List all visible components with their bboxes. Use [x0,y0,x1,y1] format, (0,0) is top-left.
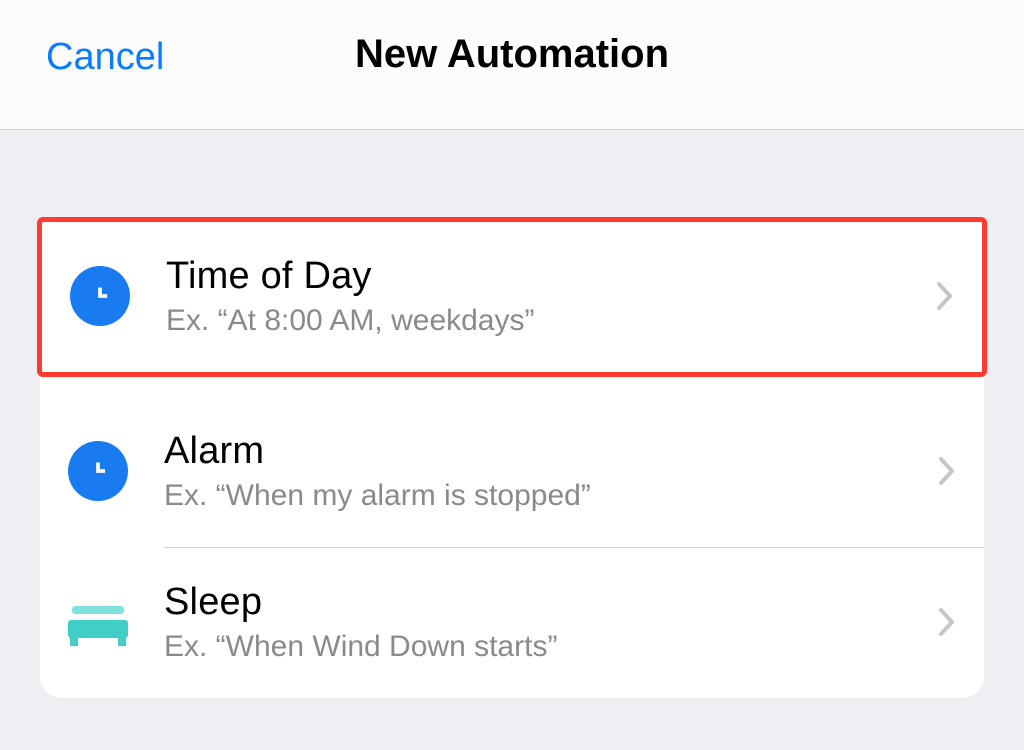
page-title: New Automation [355,32,669,77]
row-subtitle: Ex. “When my alarm is stopped” [164,479,922,513]
row-icon [68,441,128,501]
navigation-bar: Cancel New Automation [0,0,1024,130]
cancel-button[interactable]: Cancel [46,36,164,79]
row-texts: Time of Day Ex. “At 8:00 AM, weekdays” [166,255,920,338]
chevron-right-icon [938,607,956,637]
row-subtitle: Ex. “When Wind Down starts” [164,630,922,664]
row-texts: Sleep Ex. “When Wind Down starts” [164,581,922,664]
chevron-right-icon [936,281,954,311]
row-icon [68,592,128,652]
bed-icon [66,592,130,652]
row-texts: Alarm Ex. “When my alarm is stopped” [164,430,922,513]
content-area: Time of Day Ex. “At 8:00 AM, weekdays” A… [0,130,1024,698]
trigger-row-time-of-day[interactable]: Time of Day Ex. “At 8:00 AM, weekdays” [37,217,987,377]
row-icon [70,266,130,326]
trigger-list: Time of Day Ex. “At 8:00 AM, weekdays” A… [40,217,984,698]
clock-icon [68,441,128,501]
row-title: Time of Day [166,255,920,298]
trigger-row-alarm[interactable]: Alarm Ex. “When my alarm is stopped” [40,397,984,547]
trigger-row-sleep[interactable]: Sleep Ex. “When Wind Down starts” [40,548,984,698]
clock-icon [70,266,130,326]
chevron-right-icon [938,456,956,486]
row-title: Sleep [164,581,922,624]
row-title: Alarm [164,430,922,473]
row-subtitle: Ex. “At 8:00 AM, weekdays” [166,304,920,338]
